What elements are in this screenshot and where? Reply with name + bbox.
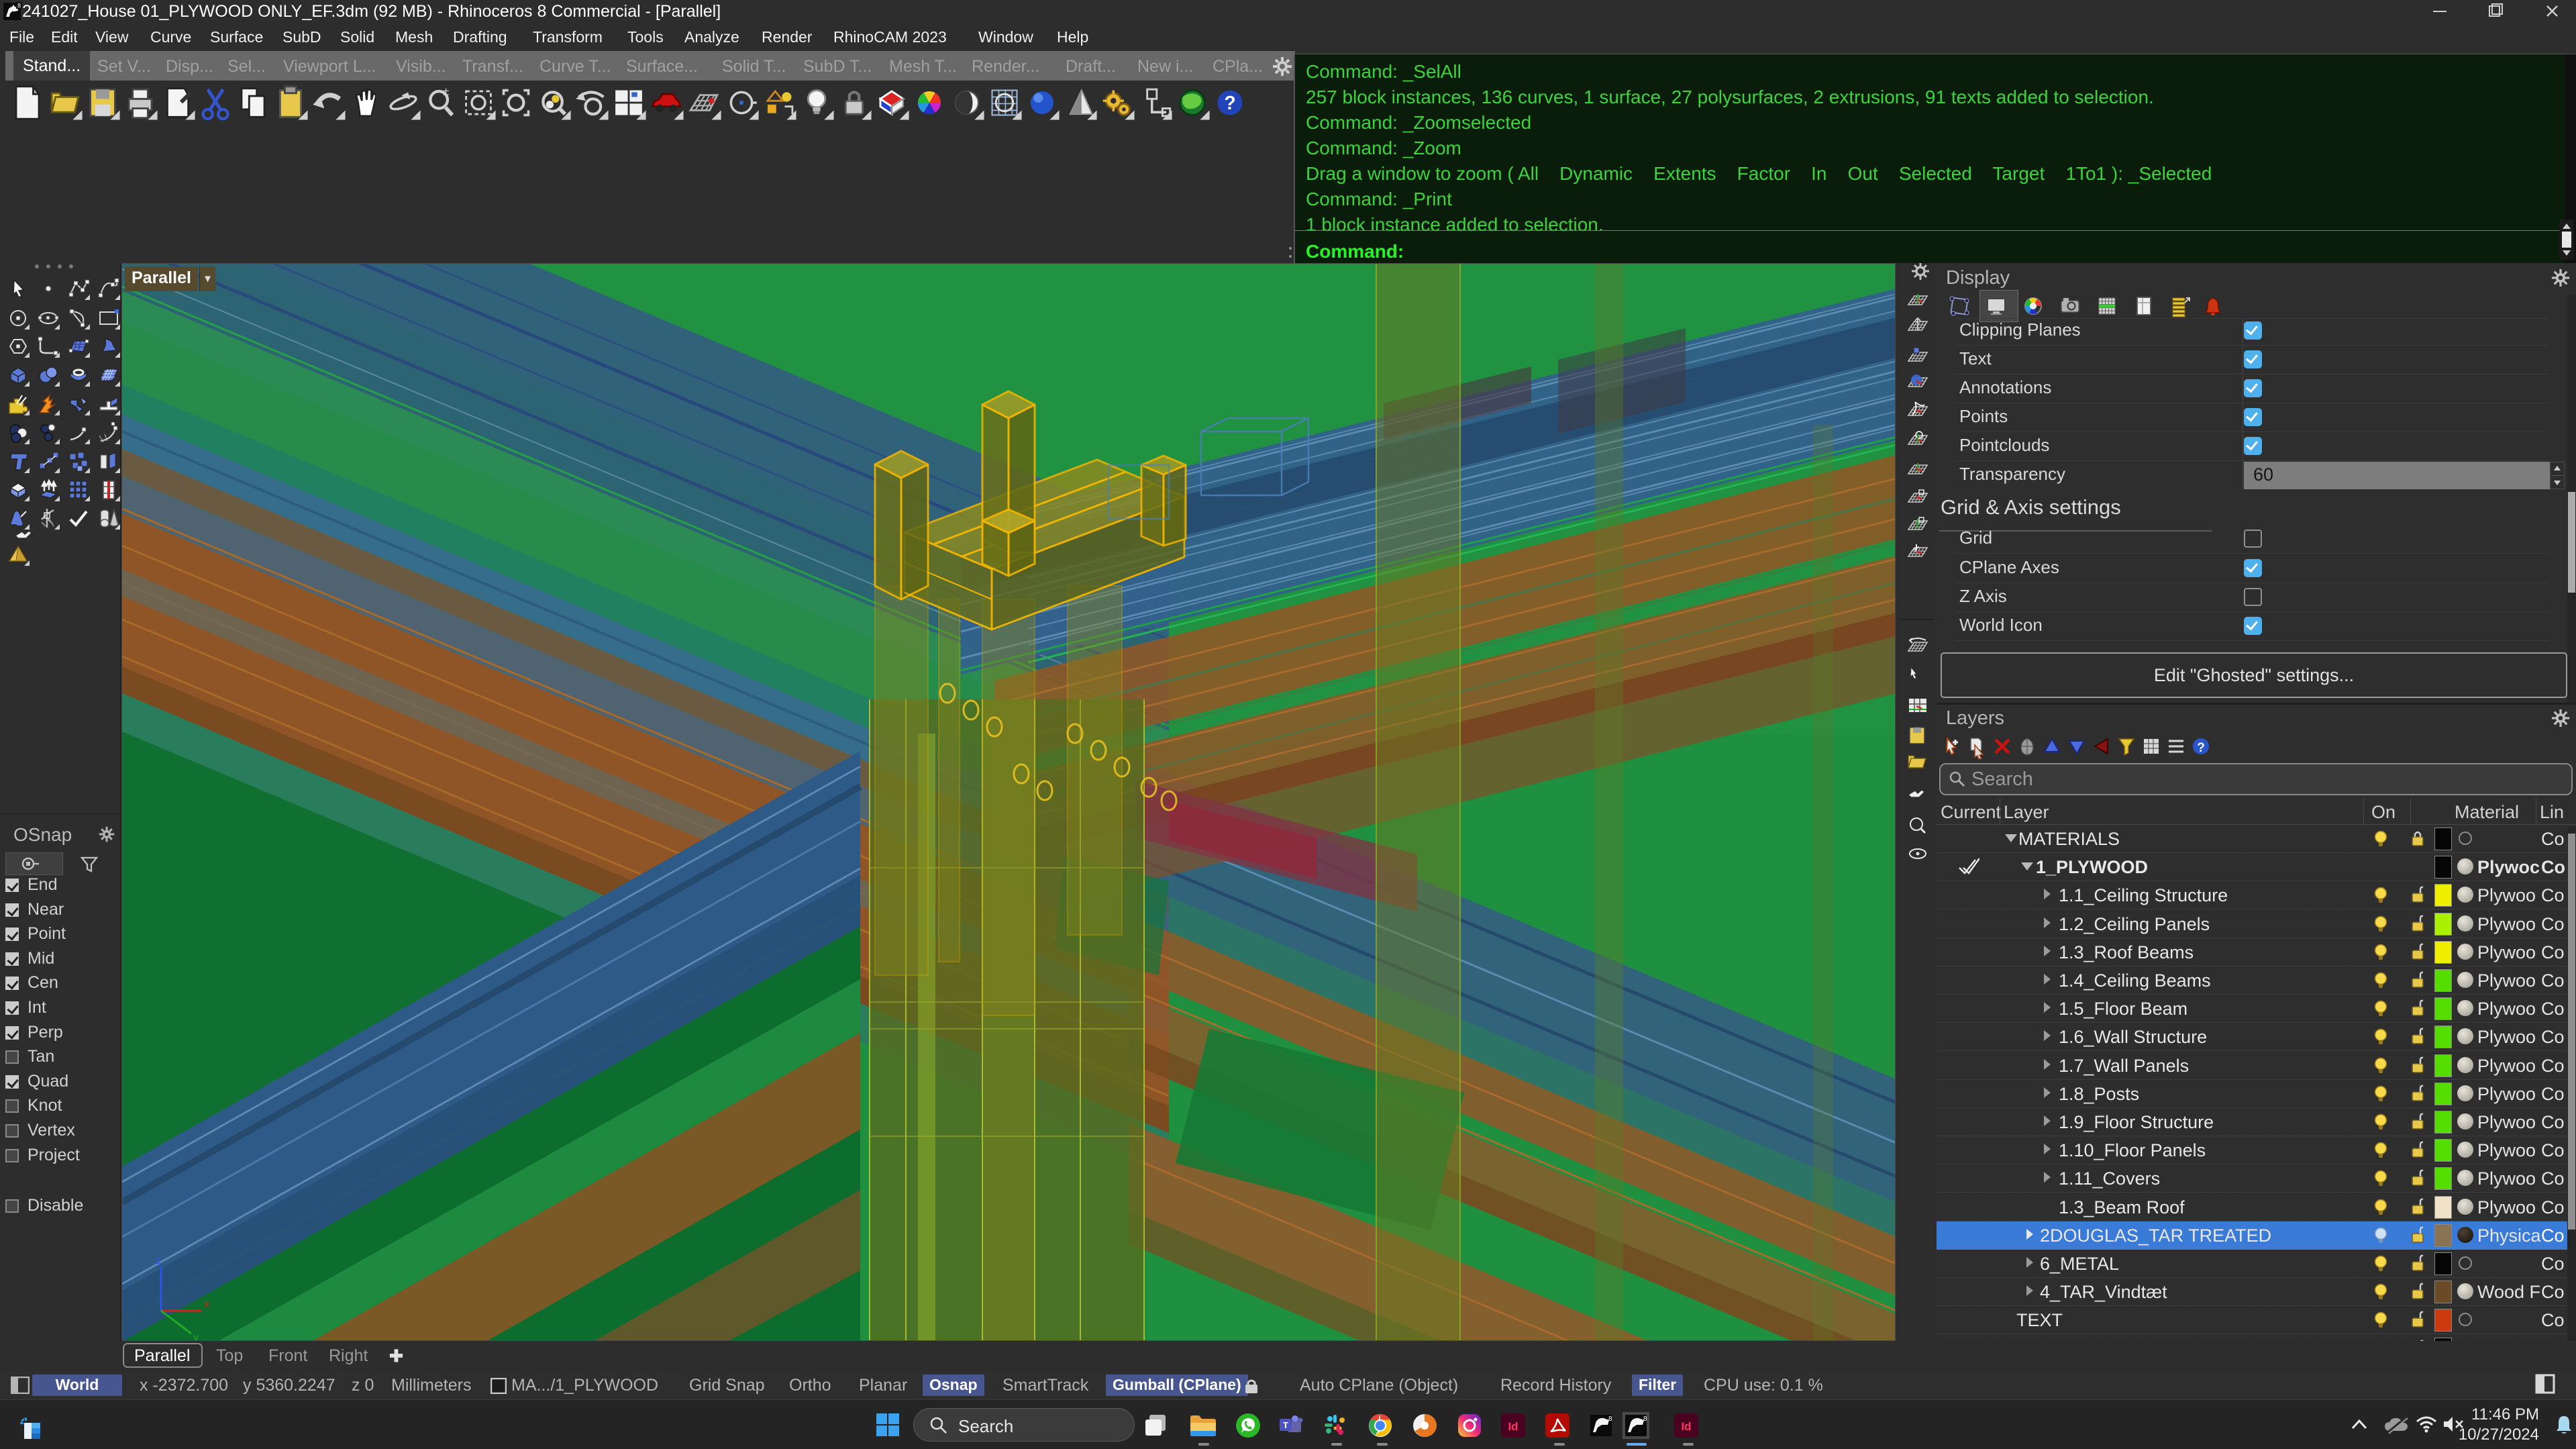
svg-text:?: ? [2197,741,2205,755]
svg-text:Id: Id [1508,1420,1518,1433]
svg-text:x: x [204,1299,209,1310]
svg-text:y: y [193,1332,199,1341]
svg-text:8: 8 [17,3,21,9]
svg-text:z: z [156,1255,161,1266]
svg-text:8: 8 [1608,1415,1612,1423]
svg-text:8: 8 [1643,1415,1647,1423]
svg-text:±: ± [443,85,449,98]
svg-text:?: ? [1224,93,1235,114]
svg-text:T: T [1283,1420,1288,1430]
svg-text:Id: Id [1681,1420,1691,1433]
